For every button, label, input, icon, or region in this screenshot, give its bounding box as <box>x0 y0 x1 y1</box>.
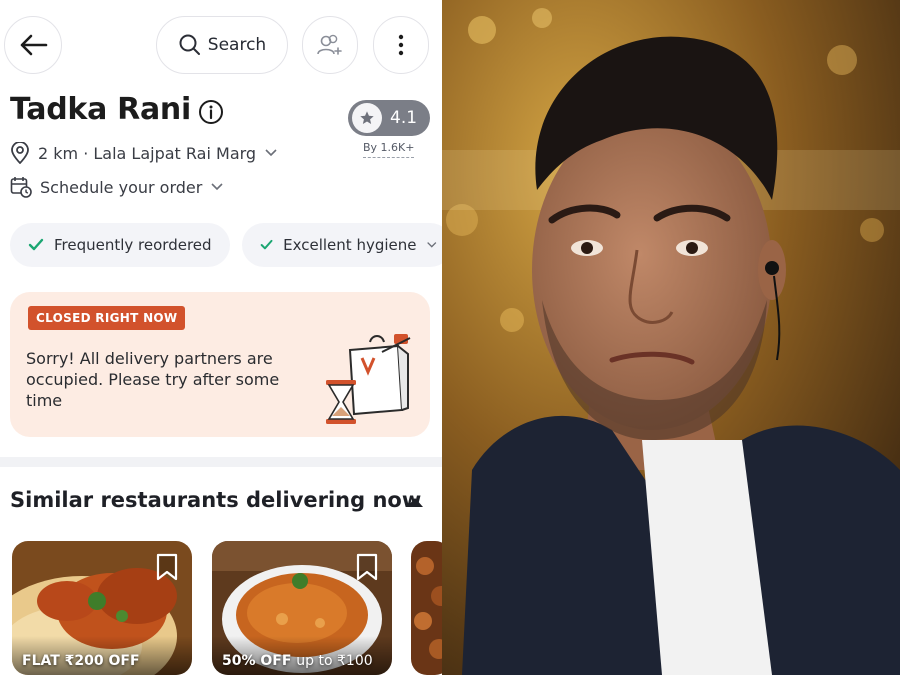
bookmark-icon[interactable] <box>356 553 378 581</box>
rating-value: 4.1 <box>390 108 418 128</box>
closed-badge: CLOSED RIGHT NOW <box>28 306 186 330</box>
group-order-button[interactable] <box>302 16 358 74</box>
schedule-row[interactable]: Schedule your order <box>10 176 224 198</box>
location-row[interactable]: 2 km · Lala Lajpat Rai Marg <box>10 142 278 164</box>
more-vertical-icon <box>398 34 404 56</box>
check-icon <box>260 239 273 250</box>
check-icon <box>28 238 44 251</box>
section-divider <box>0 457 442 467</box>
caret-up-icon[interactable] <box>406 496 424 508</box>
chevron-down-icon <box>265 149 277 157</box>
chevron-down-icon <box>211 183 223 191</box>
offer-main: 50% OFF <box>222 653 292 669</box>
top-bar: Search <box>0 0 442 90</box>
person-photo <box>442 0 900 675</box>
restaurant-name: Tadka Rani <box>10 92 191 127</box>
closed-message: Sorry! All delivery partners are occupie… <box>26 349 280 410</box>
search-label: Search <box>207 35 267 55</box>
more-options-button[interactable] <box>373 16 429 74</box>
location-pin-icon <box>11 142 29 164</box>
star-icon-wrap <box>352 103 382 133</box>
offer-label: FLAT ₹200 OFF <box>22 653 140 669</box>
search-icon <box>179 34 200 55</box>
rating-count[interactable]: By 1.6K+ <box>363 141 415 158</box>
back-arrow-icon <box>20 34 48 56</box>
tag-label: Frequently reordered <box>54 236 212 254</box>
star-icon <box>360 111 374 124</box>
offer-main: FLAT ₹200 OFF <box>22 653 140 669</box>
offer-label: 50% OFF up to ₹100 <box>222 653 373 669</box>
info-icon[interactable] <box>198 99 224 125</box>
rating-badge[interactable]: 4.1 <box>348 100 430 136</box>
closed-notice-card: CLOSED RIGHT NOW Sorry! All delivery par… <box>10 292 430 437</box>
location-text: 2 km · Lala Lajpat Rai Marg <box>38 143 257 163</box>
restaurant-card[interactable] <box>411 541 442 675</box>
food-app-screen: Search Tadka Rani 4.1 By 1.6K+ 2 km · La… <box>0 0 442 675</box>
restaurant-card[interactable]: 50% OFF up to ₹100 <box>212 541 392 675</box>
bookmark-icon[interactable] <box>156 553 178 581</box>
video-frame <box>442 0 900 675</box>
tag-label: Excellent hygiene <box>283 236 417 254</box>
tag-frequently-reordered[interactable]: Frequently reordered <box>10 223 230 267</box>
add-group-icon <box>317 34 342 55</box>
chevron-down-icon <box>427 242 437 248</box>
restaurant-card[interactable]: FLAT ₹200 OFF <box>12 541 192 675</box>
food-photo <box>411 541 442 675</box>
calendar-clock-icon <box>10 177 32 198</box>
delivery-bag-hourglass-illustration <box>326 334 411 424</box>
back-button[interactable] <box>4 16 62 74</box>
search-button[interactable]: Search <box>156 16 288 74</box>
tag-excellent-hygiene[interactable]: Excellent hygiene <box>242 223 442 267</box>
offer-sub: up to ₹100 <box>296 653 373 669</box>
schedule-text: Schedule your order <box>40 177 203 197</box>
similar-restaurants-title: Similar restaurants delivering now <box>10 488 422 512</box>
